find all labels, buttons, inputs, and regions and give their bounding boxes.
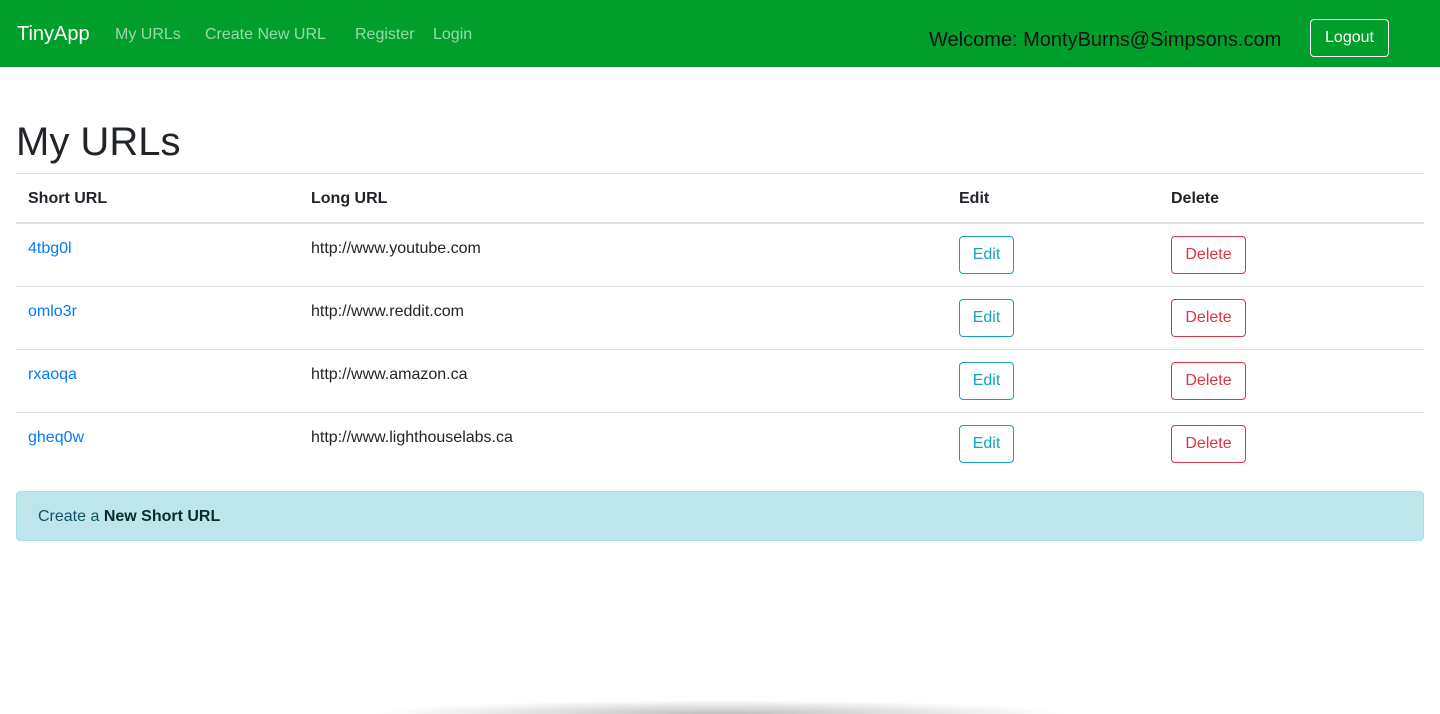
delete-button[interactable]: Delete xyxy=(1171,236,1246,274)
short-url-link[interactable]: omlo3r xyxy=(28,302,77,322)
nav-link-create-new-url[interactable]: Create New URL xyxy=(205,24,326,45)
header-delete: Delete xyxy=(1171,190,1220,207)
alert-prefix: Create a xyxy=(38,508,104,525)
table-row: 4tbg0l http://www.youtube.com Edit Delet… xyxy=(16,224,1424,287)
delete-button[interactable]: Delete xyxy=(1171,362,1246,400)
table-row: omlo3r http://www.reddit.com Edit Delete xyxy=(16,287,1424,350)
long-url-text: http://www.amazon.ca xyxy=(311,366,468,383)
table-header: Short URL Long URL Edit Delete xyxy=(16,174,1424,224)
urls-table: Short URL Long URL Edit Delete 4tbg0l ht… xyxy=(16,173,1424,476)
navbar: TinyApp My URLs Create New URL Register … xyxy=(0,0,1440,67)
page-title: My URLs xyxy=(16,120,181,164)
header-edit: Edit xyxy=(959,190,990,207)
short-url-link[interactable]: rxaoqa xyxy=(28,365,77,385)
nav-link-login[interactable]: Login xyxy=(433,24,472,45)
welcome-text: Welcome: MontyBurns@Simpsons.com xyxy=(929,29,1282,51)
table-row: gheq0w http://www.lighthouselabs.ca Edit… xyxy=(16,413,1424,476)
edit-button[interactable]: Edit xyxy=(959,236,1014,274)
create-url-alert: Create a New Short URL xyxy=(16,491,1424,541)
delete-button[interactable]: Delete xyxy=(1171,425,1246,463)
logout-button[interactable]: Logout xyxy=(1310,19,1389,57)
header-long-url: Long URL xyxy=(311,190,388,207)
delete-button[interactable]: Delete xyxy=(1171,299,1246,337)
table-row: rxaoqa http://www.amazon.ca Edit Delete xyxy=(16,350,1424,413)
long-url-text: http://www.youtube.com xyxy=(311,240,481,257)
brand-link[interactable]: TinyApp xyxy=(17,21,90,47)
new-short-url-link[interactable]: New Short URL xyxy=(104,508,220,525)
nav-link-my-urls[interactable]: My URLs xyxy=(115,24,181,45)
short-url-link[interactable]: 4tbg0l xyxy=(28,239,72,259)
edit-button[interactable]: Edit xyxy=(959,425,1014,463)
window-shadow xyxy=(370,700,1070,714)
header-short-url: Short URL xyxy=(28,190,108,207)
edit-button[interactable]: Edit xyxy=(959,362,1014,400)
nav-link-register[interactable]: Register xyxy=(355,24,415,45)
short-url-link[interactable]: gheq0w xyxy=(28,428,84,448)
alert-text: Create a New Short URL xyxy=(38,507,220,527)
long-url-text: http://www.lighthouselabs.ca xyxy=(311,429,513,446)
edit-button[interactable]: Edit xyxy=(959,299,1014,337)
long-url-text: http://www.reddit.com xyxy=(311,303,464,320)
